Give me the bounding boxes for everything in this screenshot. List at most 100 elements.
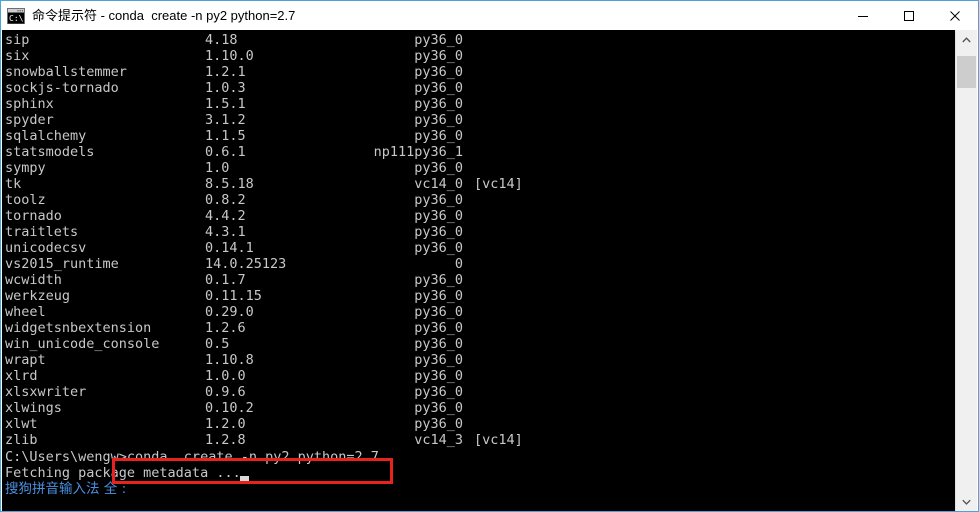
package-name: sip [5, 32, 30, 48]
package-name: spyder [5, 112, 54, 128]
package-build: py36_0 [414, 64, 463, 80]
scroll-up-arrow-icon[interactable] [956, 30, 977, 50]
package-row: xlrd 1.0.0 py36_0 [2, 368, 956, 384]
close-button[interactable] [932, 2, 978, 30]
package-build: py36_0 [414, 80, 463, 96]
package-row: xlsxwriter 0.9.6 py36_0 [2, 384, 956, 400]
package-build: py36_0 [414, 48, 463, 64]
package-version: 1.10.0 [205, 48, 254, 64]
package-build: py36_0 [414, 384, 463, 400]
package-version: 1.2.8 [205, 432, 246, 448]
package-version: 0.10.2 [205, 400, 254, 416]
package-build: py36_0 [414, 224, 463, 240]
package-build: vc14_3 [414, 432, 463, 448]
package-build: np111py36_1 [373, 144, 463, 160]
package-build: py36_0 [414, 192, 463, 208]
package-version: 8.5.18 [205, 176, 254, 192]
package-row: sip 4.18 py36_0 [2, 32, 956, 48]
package-name: toolz [5, 192, 46, 208]
maximize-button[interactable] [886, 2, 932, 30]
package-row: xlwings 0.10.2 py36_0 [2, 400, 956, 416]
package-row: sympy 1.0 py36_0 [2, 160, 956, 176]
package-version: 0.1.7 [205, 272, 246, 288]
package-row: unicodecsv 0.14.1 py36_0 [2, 240, 956, 256]
svg-text:C:\: C:\ [9, 14, 24, 23]
vertical-scrollbar[interactable] [955, 30, 977, 511]
package-version: 1.2.6 [205, 320, 246, 336]
package-row: werkzeug 0.11.15 py36_0 [2, 288, 956, 304]
package-name: wrapt [5, 352, 46, 368]
package-build: py36_0 [414, 416, 463, 432]
package-version: 1.2.0 [205, 416, 246, 432]
package-build: py36_0 [414, 288, 463, 304]
package-version: 3.1.2 [205, 112, 246, 128]
package-build: py36_0 [414, 352, 463, 368]
package-name: xlsxwriter [5, 384, 87, 400]
package-name: tk [5, 176, 22, 192]
package-name: win_unicode_console [5, 336, 160, 352]
package-build: py36_0 [414, 32, 463, 48]
package-name: xlwt [5, 416, 38, 432]
package-row: tk 8.5.18 vc14_0 [vc14] [2, 176, 956, 192]
package-build: py36_0 [414, 320, 463, 336]
package-version: 4.18 [205, 32, 238, 48]
package-name: sqlalchemy [5, 128, 87, 144]
package-version: 1.0.3 [205, 80, 246, 96]
package-name: wcwidth [5, 272, 62, 288]
package-version: 0.14.1 [205, 240, 254, 256]
package-build: py36_0 [414, 336, 463, 352]
package-row: widgetsnbextension 1.2.6 py36_0 [2, 320, 956, 336]
package-row: win_unicode_console 0.5 py36_0 [2, 336, 956, 352]
package-name: werkzeug [5, 288, 71, 304]
package-build: py36_0 [414, 160, 463, 176]
console-output-area[interactable]: sip 4.18 py36_0 six 1.10.0 py36_0 snowballstem… [2, 30, 956, 511]
package-build: py36_0 [414, 208, 463, 224]
package-version: 1.0 [205, 160, 230, 176]
package-version: 1.2.1 [205, 64, 246, 80]
package-build: py36_0 [414, 240, 463, 256]
package-name: snowballstemmer [5, 64, 127, 80]
package-row: wheel 0.29.0 py36_0 [2, 304, 956, 320]
package-build: 0 [454, 256, 463, 272]
package-version: 1.5.1 [205, 96, 246, 112]
package-build: py36_0 [414, 400, 463, 416]
package-row: sphinx 1.5.1 py36_0 [2, 96, 956, 112]
package-name: xlwings [5, 400, 62, 416]
package-version: 1.1.5 [205, 128, 246, 144]
package-name: statsmodels [5, 144, 95, 160]
package-name: zlib [5, 432, 38, 448]
package-row: traitlets 4.3.1 py36_0 [2, 224, 956, 240]
package-version: 0.5 [205, 336, 230, 352]
command-prompt-window: C:\ 命令提示符 - conda create -n py2 python=2… [0, 0, 979, 512]
package-row: snowballstemmer 1.2.1 py36_0 [2, 64, 956, 80]
package-build: py36_0 [414, 96, 463, 112]
package-row: sockjs-tornado 1.0.3 py36_0 [2, 80, 956, 96]
window-title: 命令提示符 - conda create -n py2 python=2.7 [32, 7, 296, 23]
ime-status-line: 搜狗拼音输入法 全 : [5, 481, 127, 497]
package-name: vs2015_runtime [5, 256, 119, 272]
package-build: py36_0 [414, 128, 463, 144]
package-name: tornado [5, 208, 62, 224]
package-channel-tag: [vc14] [474, 432, 523, 448]
package-row: wcwidth 0.1.7 py36_0 [2, 272, 956, 288]
package-row: statsmodels 0.6.1 np111py36_1 [2, 144, 956, 160]
package-version: 0.8.2 [205, 192, 246, 208]
package-build: py36_0 [414, 304, 463, 320]
scroll-down-arrow-icon[interactable] [956, 492, 977, 511]
package-row: tornado 4.4.2 py36_0 [2, 208, 956, 224]
package-name: sympy [5, 160, 46, 176]
package-version: 0.9.6 [205, 384, 246, 400]
package-name: sphinx [5, 96, 54, 112]
package-name: wheel [5, 304, 46, 320]
scroll-thumb[interactable] [957, 56, 976, 88]
package-version: 1.0.0 [205, 368, 246, 384]
package-row: sqlalchemy 1.1.5 py36_0 [2, 128, 956, 144]
package-name: six [5, 48, 30, 64]
title-bar[interactable]: C:\ 命令提示符 - conda create -n py2 python=2… [1, 1, 978, 30]
package-build: py36_0 [414, 112, 463, 128]
package-version: 0.11.15 [205, 288, 262, 304]
cmd-console-icon: C:\ [7, 7, 25, 24]
minimize-button[interactable] [840, 2, 886, 30]
package-build: py36_0 [414, 272, 463, 288]
package-build: py36_0 [414, 368, 463, 384]
